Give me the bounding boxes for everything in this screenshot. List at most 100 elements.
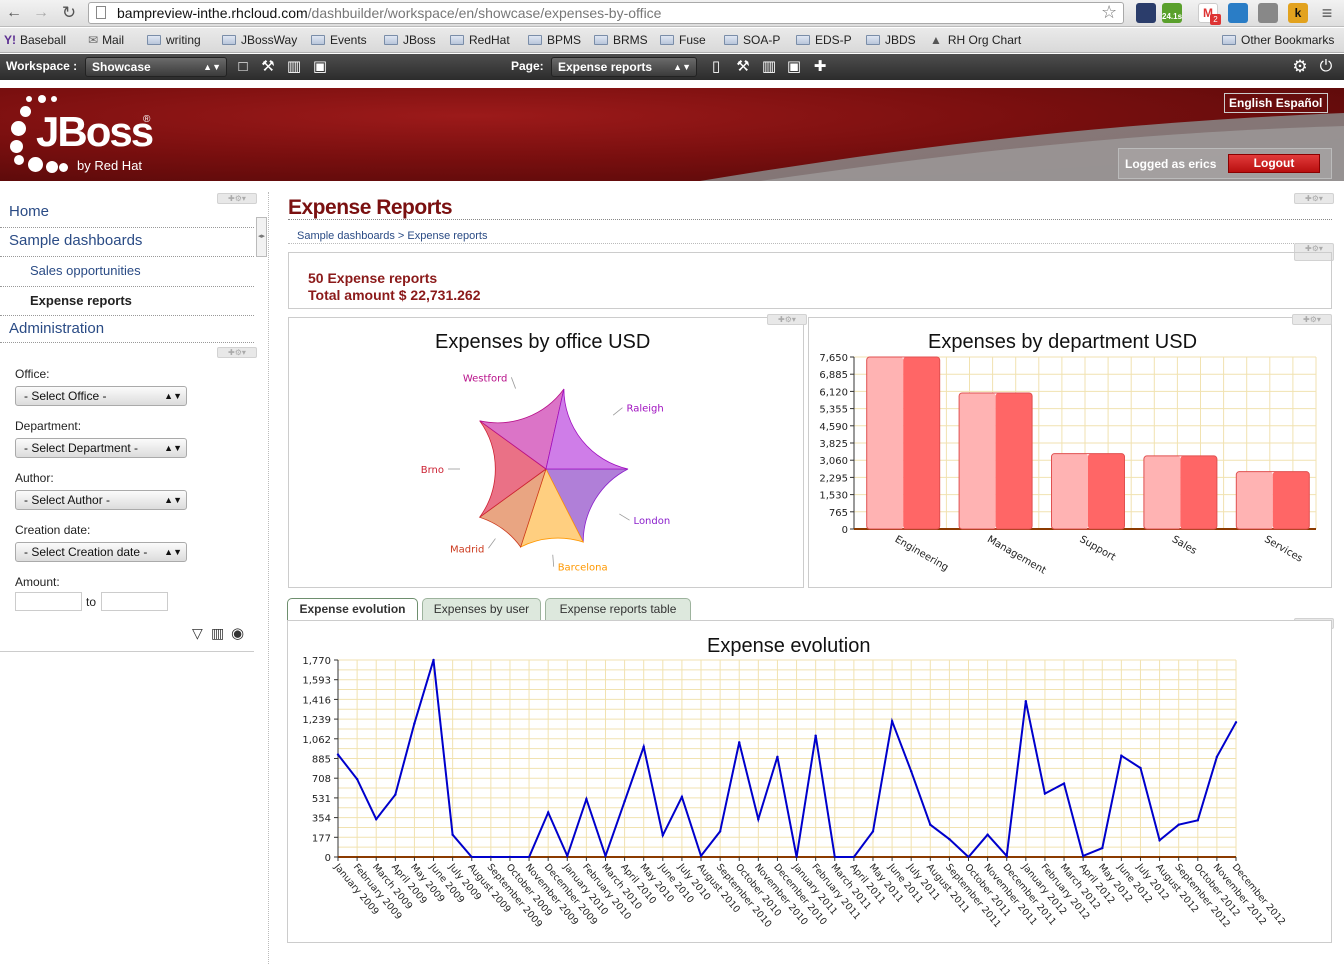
department-select-value: - Select Department - [24,441,139,455]
breadcrumb[interactable]: Sample dashboards > Expense reports [297,230,487,242]
department-select[interactable]: - Select Department - ▲▼ [15,438,187,458]
select-arrows-icon: ▲▼ [164,391,182,401]
delete-workspace-icon[interactable]: ▥ [285,58,303,76]
panel-handle[interactable]: ✚⚙▾ [767,314,807,325]
nav-sales-opportunities[interactable]: Sales opportunities [0,258,254,287]
bookmark-redhat[interactable]: RedHat [450,32,510,49]
amount-min-input[interactable] [15,592,82,611]
logged-user: Logged as erics [1125,157,1217,171]
data-point [909,770,913,773]
y-tick-label: 177 [312,833,331,844]
data-point [566,854,569,858]
panel-handle[interactable]: ✚⚙▾ [1292,314,1332,325]
data-point [699,854,703,858]
other-bookmarks[interactable]: Other Bookmarks [1222,32,1334,49]
y-tick-label: 354 [312,814,331,825]
bookmark-rh-org-chart[interactable]: ▲ RH Org Chart [930,32,1021,49]
forward-icon[interactable]: → [32,4,50,22]
data-point [1139,766,1142,770]
workspace-bar: Workspace : Showcase ▲▼ □ ⚒ ▥ ▣ Page: Exp… [0,54,1344,80]
panel-handle[interactable]: ✚⚙▾ [217,347,257,358]
extension-icon[interactable] [1136,3,1156,23]
extension-timer-icon[interactable]: 24.1s [1162,3,1182,23]
bookmark-eds-p[interactable]: EDS-P [796,32,852,49]
menu-icon[interactable]: ≡ [1318,4,1336,22]
nav-sample-dashboards[interactable]: Sample dashboards [0,229,254,257]
bookmark-writing[interactable]: writing [147,32,201,49]
bookmark-label: SOA-P [743,33,781,47]
add-panel-icon[interactable]: ✚ [811,58,829,76]
nav-expense-reports[interactable]: Expense reports [0,288,254,316]
page-select[interactable]: Expense reports ▲▼ [551,57,697,77]
department-bar-chart[interactable]: 0 765 1,530 2,295 3,060 3,825 4,590 5,355 6,120 6… [809,345,1331,585]
page-properties-icon[interactable]: ⚒ [734,58,752,76]
bookmark-fuse[interactable]: Fuse [660,32,706,49]
new-page-icon[interactable]: ▯ [707,58,725,76]
data-point [1158,839,1161,842]
bookmark-jbds[interactable]: JBDS [866,32,916,49]
delete-page-icon[interactable]: ▥ [760,58,778,76]
extension-icon[interactable] [1258,3,1278,23]
nav-administration[interactable]: Administration [0,317,254,343]
tab-expenses-by-user[interactable]: Expenses by user [422,598,541,620]
data-point [432,658,435,662]
bookmark-baseball[interactable]: Y! Baseball [4,32,66,49]
bookmark-jboss[interactable]: JBoss [384,32,436,49]
address-bar[interactable]: bampreview-inthe.rhcloud.com/dashbuilder… [88,2,1124,24]
workspace-list-icon[interactable]: ▣ [311,58,329,76]
gear-icon[interactable]: ⚙ [1291,58,1309,76]
extension-k-icon[interactable]: k [1288,3,1308,23]
y-tick-label: 5,355 [819,405,848,416]
nav-home[interactable]: Home [0,200,254,228]
data-point [1215,755,1219,759]
sidebar-divider [268,192,269,964]
new-workspace-icon[interactable]: □ [234,58,252,76]
amount-max-input[interactable] [101,592,168,611]
bookmark-bpms[interactable]: BPMS [528,32,581,49]
y-tick-label: 3,825 [819,439,848,450]
bar [1180,455,1217,529]
office-pie-chart[interactable]: London Barcelona Madrid Brno Westford Raleigh [289,360,803,585]
power-icon[interactable]: ⏻ [1317,58,1335,76]
tab-expense-reports-table[interactable]: Expense reports table [545,598,691,620]
mail-icon: ✉ [88,33,99,47]
back-icon[interactable]: ← [5,4,23,22]
bookmark-star-icon[interactable]: ☆ [1101,2,1117,23]
clear-filter-icon[interactable]: ▥ [211,625,224,642]
panel-handle[interactable]: ✚⚙▾ [1294,193,1334,204]
bookmark-jbossway[interactable]: JBossWay [222,32,297,49]
filter-icon[interactable]: ▽ [192,625,203,642]
author-select[interactable]: - Select Author - ▲▼ [15,490,187,510]
duplicate-page-icon[interactable]: ▣ [785,58,803,76]
page-icon [96,6,106,19]
refresh-filter-icon[interactable]: ◉ [231,624,244,642]
workspace-properties-icon[interactable]: ⚒ [259,58,277,76]
creation-date-select[interactable]: - Select Creation date - ▲▼ [15,542,187,562]
tab-expense-evolution[interactable]: Expense evolution [287,598,418,621]
lang-espanol[interactable]: Español [1276,96,1323,110]
extension-icon[interactable] [1228,3,1248,23]
lang-english[interactable]: English [1229,96,1272,110]
y-tick-label: 1,770 [302,656,331,667]
y-tick-label: 3,060 [819,456,848,467]
office-select[interactable]: - Select Office - ▲▼ [15,386,187,406]
x-tick-label: Management [985,534,1048,577]
data-point [929,823,932,826]
bookmark-soa-p[interactable]: SOA-P [724,32,780,49]
logout-button[interactable]: Logout [1228,154,1320,173]
sidebar-collapse-handle[interactable]: ◂▸ [256,217,267,257]
reload-icon[interactable]: ↻ [60,4,78,22]
data-point [375,817,378,821]
folder-icon [724,35,738,45]
bookmark-brms[interactable]: BRMS [594,32,648,49]
bookmark-mail[interactable]: ✉ Mail [88,32,124,49]
y-tick-label: 2,295 [819,473,848,484]
bookmark-events[interactable]: Events [311,32,367,49]
workspace-select[interactable]: Showcase ▲▼ [85,57,227,77]
folder-icon [1222,35,1236,45]
evolution-line-chart[interactable]: 0 177 354 531 708 885 1,062 1,239 1,416 1,593 1,77… [288,650,1331,940]
pie-label-line [510,377,516,389]
folder-icon [450,35,464,45]
workspace-label: Workspace : [6,59,78,73]
data-point [1062,782,1066,785]
